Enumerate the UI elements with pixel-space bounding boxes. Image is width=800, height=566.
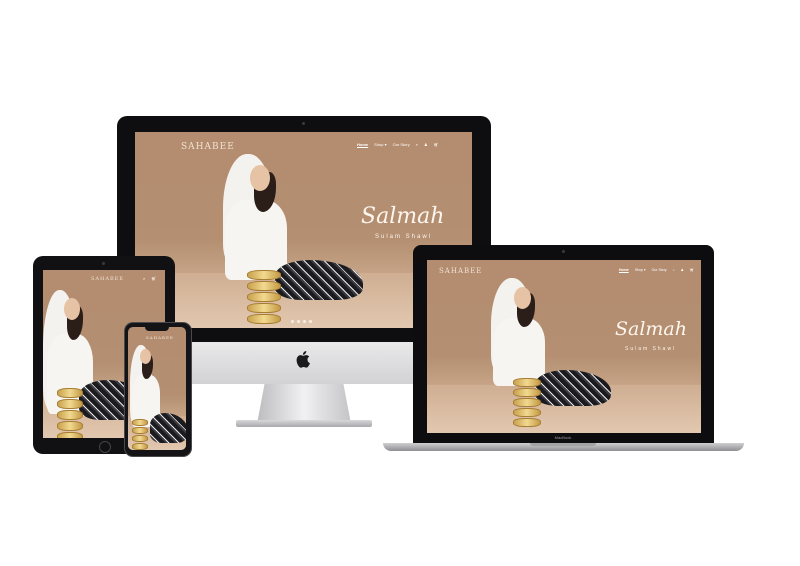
search-icon[interactable]: ⌕	[673, 268, 675, 272]
imac-stand	[257, 384, 351, 424]
hero-subtitle: Sulam Shawl	[625, 346, 677, 352]
tiffin-carrier	[132, 419, 148, 450]
imac-stand-foot	[236, 420, 372, 427]
site-logo[interactable]: SAHABEE	[91, 276, 124, 282]
site-logo[interactable]: SAHABEE	[181, 142, 235, 152]
user-icon[interactable]: ♟	[681, 268, 684, 272]
cart-icon[interactable]: 🛒︎	[690, 268, 694, 272]
apple-logo-icon	[296, 351, 310, 368]
nav-our-story[interactable]: Our Story	[393, 142, 410, 147]
site-logo[interactable]: SAHABEE	[146, 335, 174, 340]
search-icon[interactable]: ⌕	[416, 142, 418, 147]
cart-icon[interactable]: 🛒︎	[434, 142, 439, 147]
nav-our-story[interactable]: Our Story	[652, 268, 667, 272]
iphone-notch	[145, 327, 169, 331]
nav-shop[interactable]: Shop ▾	[374, 142, 386, 147]
tiffin-carrier	[513, 378, 541, 428]
tiffin-carrier	[57, 388, 83, 438]
user-icon[interactable]: ♟	[424, 142, 428, 147]
tiffin-carrier	[247, 270, 281, 325]
hero-title: Salmah	[615, 318, 688, 340]
hero-title: Salmah	[361, 204, 445, 229]
nav-home[interactable]: Home	[357, 142, 368, 147]
macbook-label: MacBook	[554, 435, 572, 440]
site-nav: Home Shop ▾ Our Story ⌕ ♟ 🛒︎	[357, 142, 439, 147]
ipad-camera	[102, 262, 105, 265]
macbook-screen: SAHABEE Home Shop ▾ Our Story ⌕ ♟ 🛒︎ Sal…	[427, 260, 701, 433]
imac-camera	[302, 122, 305, 125]
nav-home[interactable]: Home	[619, 268, 629, 272]
macbook-camera	[562, 250, 565, 253]
search-icon[interactable]: ⌕	[143, 276, 145, 281]
site-logo[interactable]: SAHABEE	[439, 267, 482, 275]
ipad-home-button[interactable]	[99, 441, 111, 453]
cart-icon[interactable]: 🛒︎	[151, 276, 156, 281]
hero-banner: SAHABEE Home Shop ▾ Our Story ⌕ ♟ 🛒︎ Sal…	[427, 260, 701, 433]
hero-subtitle: Sulam Shawl	[375, 234, 433, 240]
site-nav-icons: ⌕ 🛒︎	[143, 276, 156, 281]
macbook-notch	[530, 443, 596, 446]
hero-banner: SAHABEE	[128, 327, 186, 450]
nav-shop[interactable]: Shop ▾	[635, 268, 646, 272]
iphone-screen: SAHABEE	[128, 327, 186, 450]
slider-dots[interactable]	[291, 320, 312, 323]
site-nav: Home Shop ▾ Our Story ⌕ ♟ 🛒︎	[619, 268, 694, 272]
